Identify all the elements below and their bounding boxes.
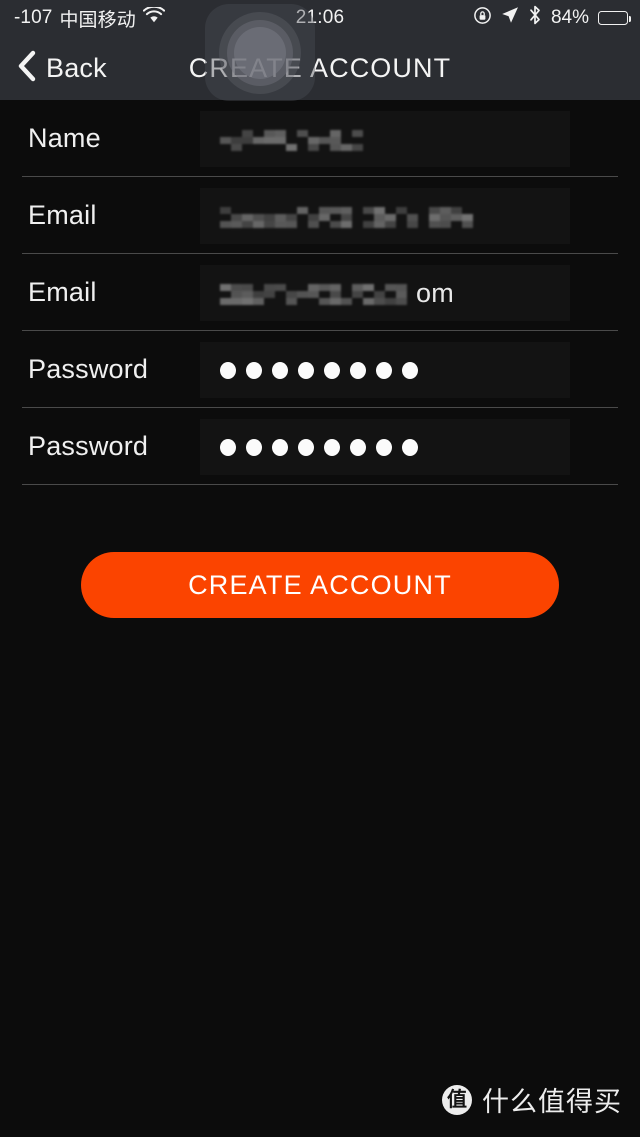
password-dot	[324, 438, 340, 456]
form-field-row: Email om	[0, 254, 640, 331]
redacted-value	[220, 203, 473, 229]
field-input-name-0[interactable]	[200, 111, 570, 167]
field-divider	[22, 483, 618, 485]
watermark: 值 什么值得买	[442, 1080, 622, 1119]
field-input-email-2[interactable]: om	[200, 265, 570, 321]
battery-percent-label: 84%	[550, 7, 589, 28]
back-button-label: Back	[46, 52, 107, 83]
create-account-form: Name Email Email om Password Password	[0, 100, 640, 485]
watermark-logo-icon: 值	[442, 1084, 472, 1115]
assistive-touch-ring-middle	[227, 19, 293, 86]
field-input-email-1[interactable]	[200, 188, 570, 244]
password-dot	[350, 438, 366, 456]
password-dot	[220, 361, 236, 379]
password-dot	[246, 438, 262, 456]
field-label-name-0: Name	[28, 123, 101, 153]
watermark-text: 什么值得买	[482, 1087, 622, 1117]
assistive-touch-ring-inner	[234, 26, 286, 79]
password-dot	[298, 438, 314, 456]
password-dot	[376, 361, 392, 379]
password-dot	[272, 361, 288, 379]
rotation-lock-icon	[473, 6, 492, 31]
password-dots	[220, 438, 418, 456]
form-field-row: Name	[0, 100, 640, 177]
status-bar: -107 中国移动 21:06 84%	[0, 0, 640, 36]
form-field-row: Password	[0, 331, 640, 408]
form-field-row: Password	[0, 408, 640, 485]
password-dot	[376, 438, 392, 456]
field-input-password-4[interactable]	[200, 419, 570, 475]
navigation-bar: Back CREATE ACCOUNT	[0, 36, 640, 100]
status-bar-right: 84%	[473, 5, 632, 31]
password-dot	[272, 438, 288, 456]
chevron-left-icon	[16, 50, 36, 87]
password-dot	[402, 438, 418, 456]
back-button[interactable]: Back	[16, 36, 107, 100]
password-dot	[402, 361, 418, 379]
password-dot	[324, 361, 340, 379]
location-arrow-icon	[501, 6, 519, 30]
create-account-button[interactable]: CREATE ACCOUNT	[81, 552, 559, 618]
form-field-row: Email	[0, 177, 640, 254]
password-dot	[350, 361, 366, 379]
password-dots	[220, 361, 418, 379]
battery-icon	[598, 11, 632, 25]
password-dot	[246, 361, 262, 379]
field-label-email-1: Email	[28, 200, 97, 230]
field-value: om	[220, 278, 454, 309]
field-label-password-3: Password	[28, 354, 149, 384]
assistive-touch-ring-outer	[219, 11, 301, 94]
password-dot	[298, 361, 314, 379]
redacted-value	[220, 126, 368, 152]
bluetooth-icon	[528, 5, 542, 31]
field-input-password-3[interactable]	[200, 342, 570, 398]
field-label-email-2: Email	[28, 277, 97, 307]
redacted-value	[220, 280, 412, 306]
field-label-password-4: Password	[28, 431, 149, 461]
field-value-visible-tail: om	[416, 277, 454, 308]
assistive-touch-button[interactable]	[205, 4, 315, 101]
password-dot	[220, 438, 236, 456]
